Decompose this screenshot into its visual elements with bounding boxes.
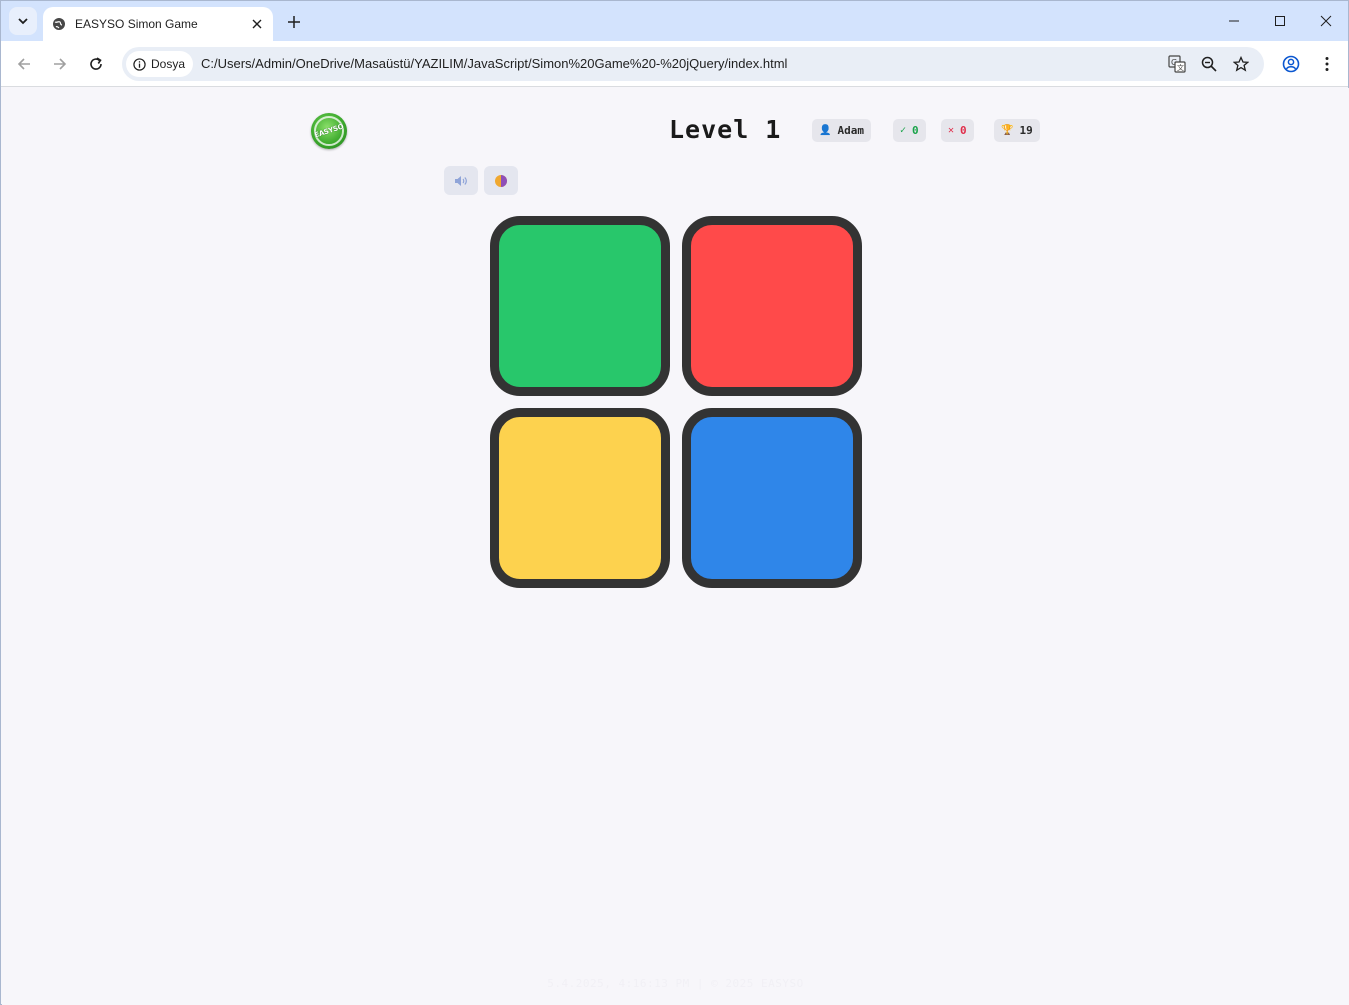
close-icon	[252, 19, 262, 29]
theme-toggle-button[interactable]	[484, 166, 518, 195]
tab-strip: EASYSO Simon Game	[1, 1, 1348, 41]
star-icon	[1233, 56, 1249, 72]
page-content: EASYSO Level 1 👤 Adam ✓ 0 ✕ 0 🏆 19 5.4.2…	[2, 88, 1349, 1005]
trophy-icon: 🏆	[1001, 125, 1014, 136]
plus-icon	[288, 16, 300, 28]
easyso-logo: EASYSO	[311, 113, 347, 149]
best-score-badge: 🏆 19	[994, 119, 1040, 142]
maximize-icon	[1275, 16, 1285, 26]
new-tab-button[interactable]	[283, 11, 305, 33]
zoom-out-icon	[1201, 56, 1217, 72]
info-icon	[133, 57, 146, 71]
svg-text:文: 文	[1177, 63, 1184, 72]
url-text[interactable]: C:/Users/Admin/OneDrive/Masaüstü/YAZILIM…	[201, 56, 787, 71]
player-badge: 👤 Adam	[812, 119, 871, 142]
active-tab[interactable]: EASYSO Simon Game	[43, 7, 273, 41]
forward-button[interactable]	[46, 50, 74, 78]
site-chip-label: Dosya	[151, 57, 186, 71]
green-pad[interactable]	[490, 216, 670, 396]
blue-pad[interactable]	[682, 408, 862, 588]
footer-text: 5.4.2025, 4:16:13 PM | © 2025 EASYSO	[547, 977, 804, 990]
address-bar[interactable]: Dosya C:/Users/Admin/OneDrive/Masaüstü/Y…	[122, 47, 1264, 81]
chevron-down-icon	[18, 18, 28, 25]
tab-search-button[interactable]	[9, 7, 37, 35]
player-name: Adam	[837, 124, 864, 137]
wrong-badge: ✕ 0	[941, 119, 974, 142]
theme-icon	[495, 174, 507, 187]
speaker-icon	[455, 175, 467, 186]
sound-toggle-button[interactable]	[444, 166, 478, 195]
user-icon: 👤	[819, 125, 832, 136]
yellow-pad[interactable]	[490, 408, 670, 588]
translate-button[interactable]: G文	[1166, 53, 1188, 75]
profile-icon	[1282, 55, 1300, 73]
red-pad[interactable]	[682, 216, 862, 396]
reload-button[interactable]	[82, 50, 110, 78]
close-tab-button[interactable]	[247, 14, 267, 34]
globe-icon	[53, 18, 65, 30]
best-score: 19	[1019, 124, 1033, 137]
arrow-left-icon	[17, 58, 30, 70]
level-title: Level 1	[669, 115, 782, 144]
close-window-button[interactable]	[1314, 9, 1338, 33]
close-icon	[1320, 15, 1332, 27]
translate-icon: G文	[1168, 55, 1186, 73]
wrong-count: 0	[960, 124, 967, 137]
reload-icon	[90, 57, 102, 70]
menu-button[interactable]	[1313, 50, 1341, 78]
correct-count: 0	[912, 124, 919, 137]
more-vert-icon	[1325, 57, 1329, 71]
cross-icon: ✕	[948, 125, 955, 136]
minimize-button[interactable]	[1222, 9, 1246, 33]
zoom-button[interactable]	[1198, 53, 1220, 75]
arrow-right-icon	[54, 58, 67, 70]
site-info-chip[interactable]: Dosya	[126, 51, 194, 77]
minimize-icon	[1229, 20, 1239, 22]
check-icon: ✓	[900, 125, 907, 136]
browser-toolbar: Dosya C:/Users/Admin/OneDrive/Masaüstü/Y…	[1, 41, 1348, 87]
profile-button[interactable]	[1277, 50, 1305, 78]
correct-badge: ✓ 0	[893, 119, 926, 142]
maximize-button[interactable]	[1268, 9, 1292, 33]
tab-title: EASYSO Simon Game	[75, 17, 198, 31]
back-button[interactable]	[10, 50, 38, 78]
bookmark-button[interactable]	[1230, 53, 1252, 75]
browser-window: EASYSO Simon Game Dosya C:/Users/Admin/O…	[0, 0, 1349, 1005]
